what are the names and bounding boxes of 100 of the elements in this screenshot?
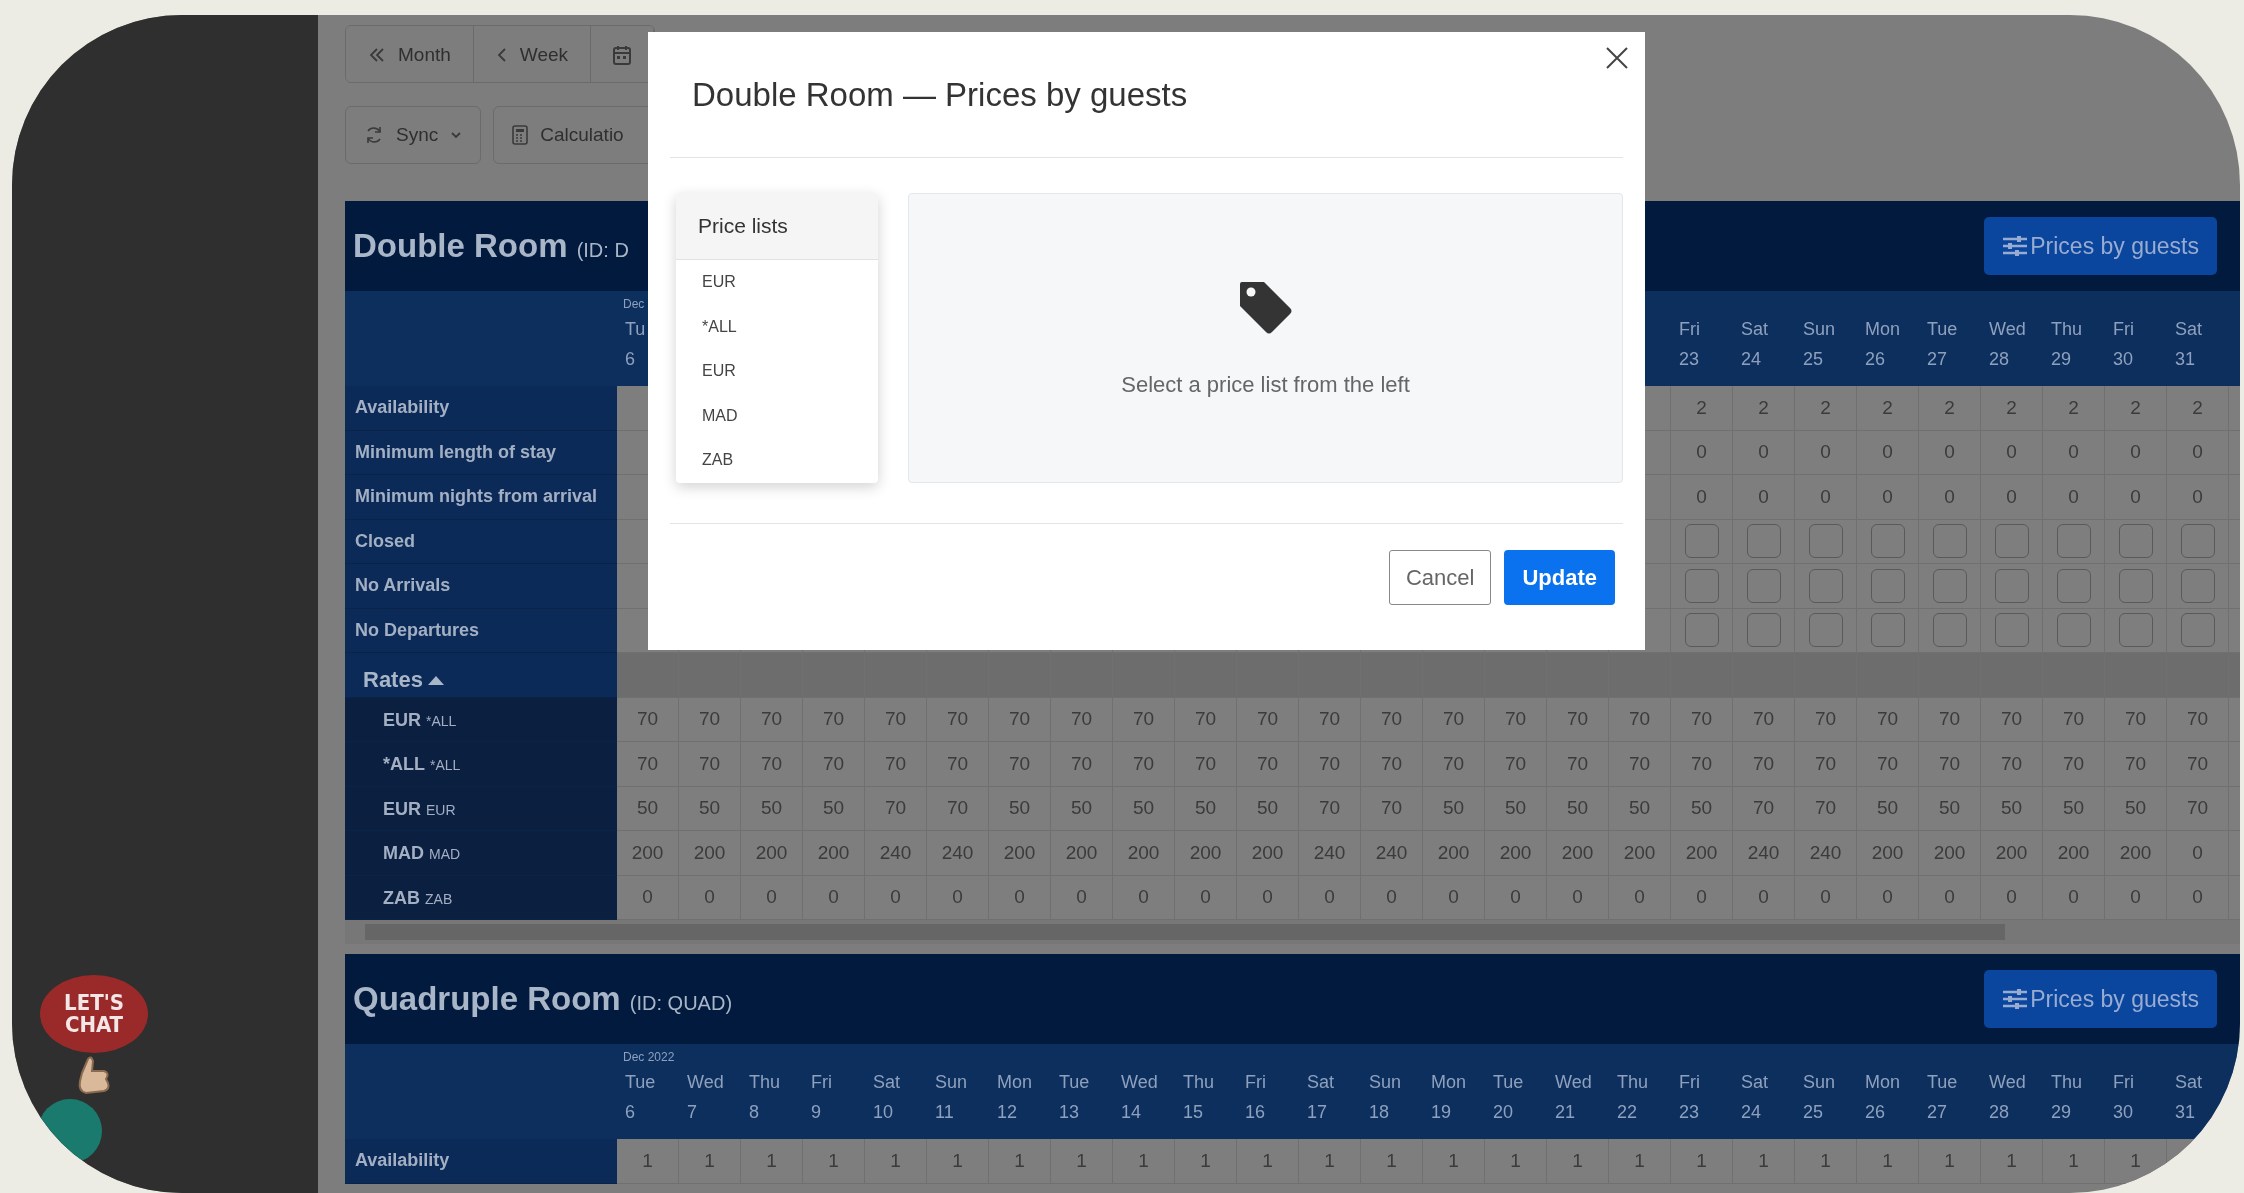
day-date: 26 bbox=[1865, 348, 1887, 371]
prices-by-guests-button[interactable]: Prices by guests bbox=[1984, 217, 2217, 275]
day-date: 7 bbox=[687, 1101, 698, 1124]
checkbox[interactable] bbox=[2056, 568, 2091, 603]
table-cell: 0 bbox=[2105, 430, 2167, 475]
table-cell: 0 bbox=[1981, 875, 2043, 920]
checkbox[interactable] bbox=[1684, 613, 1719, 648]
table-cell: 70 bbox=[2043, 697, 2105, 742]
day-name: Sun bbox=[1369, 1071, 1403, 1094]
checkbox[interactable] bbox=[1746, 568, 1781, 603]
price-list-item[interactable]: ZAB bbox=[676, 438, 878, 483]
checkbox[interactable] bbox=[2118, 568, 2153, 603]
day-date: 26 bbox=[1865, 1101, 1887, 1124]
checkbox[interactable] bbox=[1932, 613, 1967, 648]
table-cell: 0 bbox=[1609, 875, 1671, 920]
update-button[interactable]: Update bbox=[1504, 550, 1615, 605]
price-list-item[interactable]: EUR bbox=[676, 349, 878, 394]
day-name: Wed bbox=[1989, 1071, 2027, 1094]
table-cell: 0 bbox=[1733, 475, 1795, 520]
table-cell: 70 bbox=[1981, 742, 2043, 787]
table-cell: 200 bbox=[1051, 831, 1113, 876]
table-cell: 0 bbox=[1857, 875, 1919, 920]
room-title: Double Room (ID: D bbox=[353, 227, 629, 265]
day-date: 24 bbox=[1741, 348, 1763, 371]
rates-toggle[interactable]: Rates bbox=[363, 666, 445, 697]
toolbar-button[interactable]: Sync bbox=[345, 106, 482, 164]
checkbox[interactable] bbox=[1746, 613, 1781, 648]
row-label: Availability bbox=[345, 1139, 617, 1184]
checkbox[interactable] bbox=[2180, 613, 2215, 648]
checkbox[interactable] bbox=[2056, 524, 2091, 559]
table-cell: 50 bbox=[1113, 786, 1175, 831]
table-cell: 50 bbox=[1857, 786, 1919, 831]
prices-by-guests-button[interactable]: Prices by guests bbox=[1984, 970, 2217, 1028]
checkbox[interactable] bbox=[1684, 568, 1719, 603]
table-cell: 1 bbox=[1733, 1139, 1795, 1184]
price-list-item[interactable]: *ALL bbox=[676, 304, 878, 349]
table-cell: 70 bbox=[1795, 786, 1857, 831]
checkbox[interactable] bbox=[1808, 524, 1843, 559]
checkbox[interactable] bbox=[1870, 613, 1905, 648]
row-label: Availability bbox=[345, 386, 617, 431]
checkbox[interactable] bbox=[1808, 613, 1843, 648]
day-date: 10 bbox=[873, 1101, 895, 1124]
price-list-item[interactable]: MAD bbox=[676, 393, 878, 438]
day-name: Fri bbox=[1245, 1071, 1267, 1094]
table-cell: 0 bbox=[1671, 875, 1733, 920]
checkbox[interactable] bbox=[1932, 524, 1967, 559]
day-name: Fri bbox=[2113, 318, 2135, 341]
table-cell: 1 bbox=[1361, 1139, 1423, 1184]
price-list-item[interactable]: EUR bbox=[676, 260, 878, 305]
table-cell: 70 bbox=[1175, 697, 1237, 742]
checkbox[interactable] bbox=[1870, 524, 1905, 559]
table-cell: 0 bbox=[1733, 430, 1795, 475]
checkbox[interactable] bbox=[1746, 524, 1781, 559]
checkbox[interactable] bbox=[1994, 568, 2029, 603]
table-cell: 0 bbox=[1237, 875, 1299, 920]
day-date: 13 bbox=[1059, 1101, 1081, 1124]
table-cell: 1 bbox=[1299, 1139, 1361, 1184]
checkbox[interactable] bbox=[1684, 524, 1719, 559]
checkbox[interactable] bbox=[1994, 613, 2029, 648]
table-cell: 0 bbox=[679, 875, 741, 920]
table-cell: 0 bbox=[803, 875, 865, 920]
scrollbar[interactable] bbox=[345, 920, 2240, 944]
table-cell: 0 bbox=[1113, 875, 1175, 920]
table-cell: 70 bbox=[803, 742, 865, 787]
table-cell: 2 bbox=[1981, 386, 2043, 431]
cancel-button[interactable]: Cancel bbox=[1388, 550, 1492, 605]
table-cell: 70 bbox=[1423, 697, 1485, 742]
checkbox[interactable] bbox=[2118, 613, 2153, 648]
table-cell: 0 bbox=[2167, 831, 2229, 876]
toolbar-button[interactable]: Month bbox=[346, 26, 474, 82]
table-cell: 200 bbox=[741, 831, 803, 876]
table-cell: 0 bbox=[2167, 875, 2229, 920]
table-cell: 70 bbox=[1051, 697, 1113, 742]
checkbox[interactable] bbox=[1932, 568, 1967, 603]
table-cell: 1 bbox=[1237, 1139, 1299, 1184]
checkbox[interactable] bbox=[1870, 568, 1905, 603]
table-cell: 70 bbox=[1237, 697, 1299, 742]
day-date: 25 bbox=[1803, 1101, 1825, 1124]
table-cell: 0 bbox=[1795, 430, 1857, 475]
day-name: Sun bbox=[1803, 318, 1837, 341]
table-cell: 70 bbox=[1485, 697, 1547, 742]
table-cell: 70 bbox=[865, 697, 927, 742]
checkbox[interactable] bbox=[2056, 613, 2091, 648]
checkbox[interactable] bbox=[2180, 568, 2215, 603]
table-cell: 70 bbox=[679, 742, 741, 787]
table-cell: 1 bbox=[2043, 1139, 2105, 1184]
sync-icon bbox=[364, 125, 384, 145]
table-cell: 0 bbox=[989, 875, 1051, 920]
checkbox[interactable] bbox=[2118, 524, 2153, 559]
table-cell: 0 bbox=[1485, 875, 1547, 920]
checkbox[interactable] bbox=[1994, 524, 2029, 559]
day-date: 19 bbox=[1431, 1101, 1453, 1124]
checkbox[interactable] bbox=[2180, 524, 2215, 559]
checkbox[interactable] bbox=[1808, 568, 1843, 603]
day-date: 11 bbox=[935, 1101, 955, 1124]
table-cell: 0 bbox=[927, 875, 989, 920]
day-name: Sun bbox=[1803, 1071, 1837, 1094]
day-date: 29 bbox=[2051, 1101, 2073, 1124]
lets-chat-button[interactable]: LET'S CHAT bbox=[40, 975, 148, 1053]
table-cell: 0 bbox=[1671, 475, 1733, 520]
